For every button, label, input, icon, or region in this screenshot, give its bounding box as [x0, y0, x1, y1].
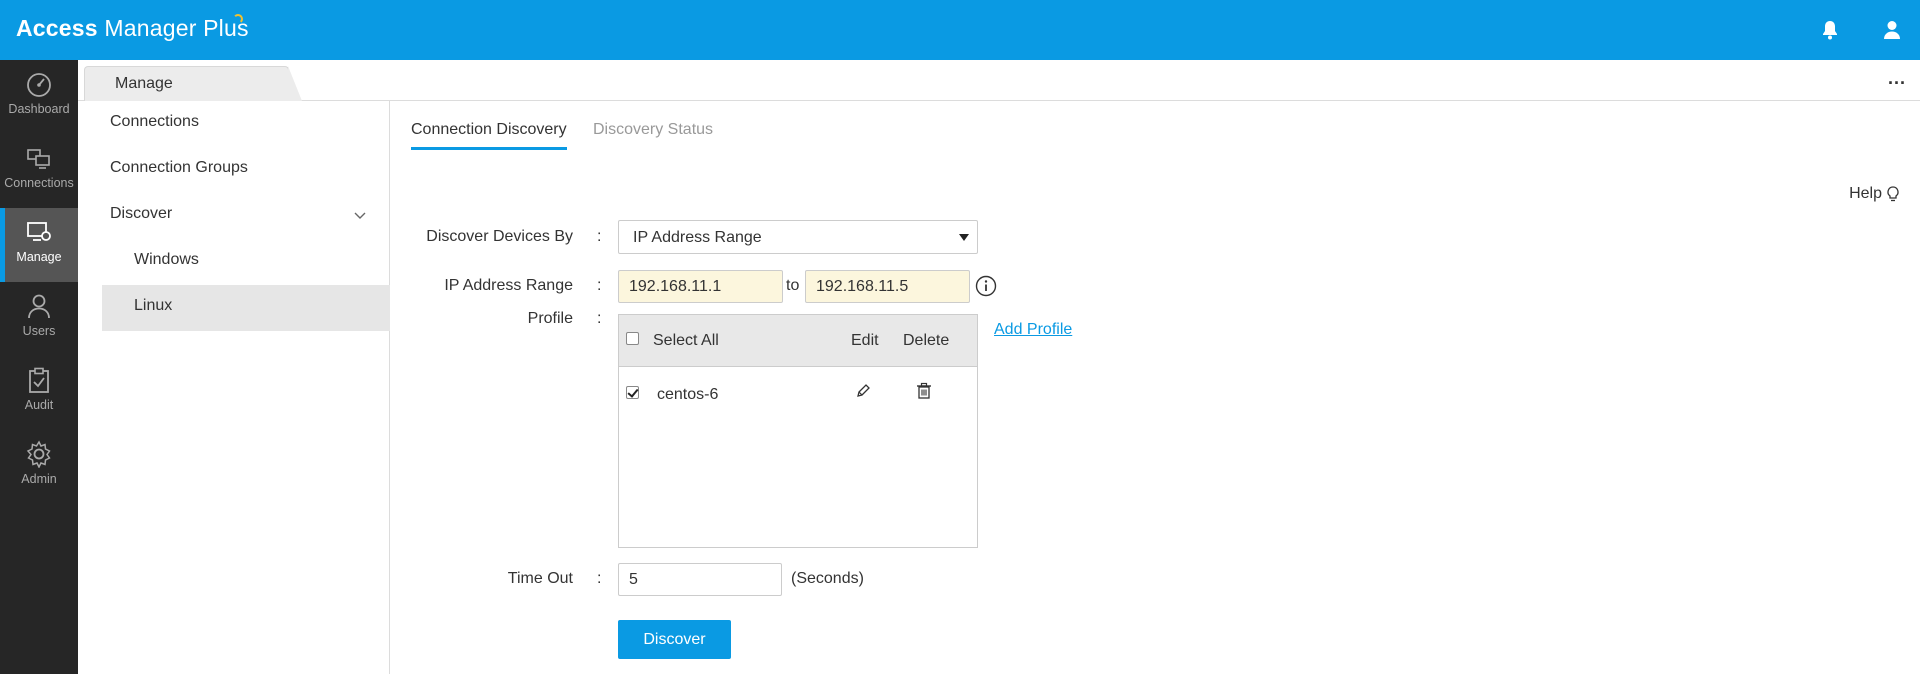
subnav-label: Connection Groups [110, 159, 248, 176]
to-label: to [786, 277, 800, 294]
app-logo[interactable]: Access Manager Plus [16, 15, 249, 42]
rail-label: Users [22, 324, 56, 338]
ip-range-label: IP Address Range [444, 277, 573, 294]
sub-navigation: Connections Connection Groups Discover W… [78, 101, 390, 674]
delete-column-header: Delete [903, 332, 950, 349]
admin-icon [26, 440, 51, 468]
tab-discovery-status[interactable]: Discovery Status [593, 121, 713, 147]
colon: : [597, 310, 602, 327]
more-options-icon[interactable]: ... [1888, 68, 1906, 89]
audit-icon [29, 367, 49, 393]
caret-down-icon [959, 234, 969, 241]
colon: : [597, 570, 602, 587]
subnav-label: Linux [134, 297, 173, 314]
profile-table: Select All Edit Delete centos-6 [618, 314, 978, 548]
rail-label: Connections [4, 176, 74, 190]
discover-by-label: Discover Devices By [426, 228, 573, 245]
ip-to-input[interactable]: 192.168.11.5 [805, 270, 970, 303]
subnav-label: Connections [110, 113, 199, 130]
timeout-input[interactable]: 5 [618, 563, 782, 596]
rail-item-admin[interactable]: Admin [0, 430, 78, 504]
tab-manage[interactable]: Manage [84, 66, 289, 101]
profile-label: Profile [527, 310, 573, 327]
add-profile-link[interactable]: Add Profile [994, 321, 1072, 339]
lightbulb-icon [1887, 186, 1899, 202]
subnav-item-connection-groups[interactable]: Connection Groups [102, 147, 390, 193]
rail-label: Admin [21, 472, 57, 486]
rail-label: Audit [24, 398, 54, 412]
rail-item-connections[interactable]: Connections [0, 134, 78, 208]
connections-icon [27, 149, 50, 169]
discover-button[interactable]: Discover [618, 620, 731, 659]
subnav-item-linux[interactable]: Linux [102, 285, 390, 331]
manage-icon [27, 222, 51, 241]
subnav-label: Discover [110, 205, 173, 222]
main-content: Connection Discovery Discovery Status He… [391, 101, 1920, 674]
edit-column-header: Edit [851, 332, 879, 349]
rail-item-manage[interactable]: Manage [0, 208, 78, 282]
subnav-item-discover[interactable]: Discover [102, 193, 390, 239]
rail-item-audit[interactable]: Audit [0, 356, 78, 430]
brand-light: Manager Plus [97, 15, 249, 41]
top-bar: Access Manager Plus [0, 0, 1920, 60]
trash-icon[interactable] [916, 382, 932, 400]
colon: : [597, 277, 602, 294]
rail-label: Dashboard [8, 102, 70, 116]
colon: : [597, 228, 602, 245]
help-label: Help [1849, 185, 1882, 202]
dashboard-icon [27, 73, 51, 97]
rail-item-dashboard[interactable]: Dashboard [0, 60, 78, 134]
discover-by-select[interactable]: IP Address Range [618, 220, 978, 254]
brand-swirl-icon [233, 14, 243, 24]
subnav-label: Windows [134, 251, 199, 268]
profile-name: centos-6 [657, 386, 719, 403]
left-rail: Dashboard Connections Manage Users Audit… [0, 60, 78, 674]
ip-from-input[interactable]: 192.168.11.1 [618, 270, 783, 303]
chevron-down-icon[interactable] [354, 209, 366, 221]
timeout-label: Time Out [507, 570, 573, 587]
subnav-item-connections[interactable]: Connections [102, 101, 390, 147]
user-icon[interactable] [1880, 18, 1904, 42]
rail-item-users[interactable]: Users [0, 282, 78, 356]
users-icon [28, 294, 50, 319]
profile-checkbox[interactable] [626, 386, 639, 399]
module-tab-strip: Manage ... [78, 60, 1920, 101]
tab-manage-edge [288, 66, 302, 101]
brand-bold: Access [16, 15, 98, 41]
select-all-checkbox[interactable] [626, 332, 639, 345]
rail-label: Manage [16, 250, 62, 264]
profile-table-header: Select All Edit Delete [619, 315, 977, 367]
info-icon[interactable] [975, 275, 997, 297]
pencil-icon[interactable] [855, 383, 871, 399]
tab-connection-discovery[interactable]: Connection Discovery [411, 121, 567, 150]
subnav-item-windows[interactable]: Windows [102, 239, 390, 285]
select-all-label: Select All [653, 332, 719, 349]
help-link[interactable]: Help [1849, 185, 1900, 203]
discover-by-value: IP Address Range [633, 229, 762, 246]
bell-icon[interactable] [1818, 18, 1842, 42]
seconds-unit-label: (Seconds) [791, 570, 864, 587]
